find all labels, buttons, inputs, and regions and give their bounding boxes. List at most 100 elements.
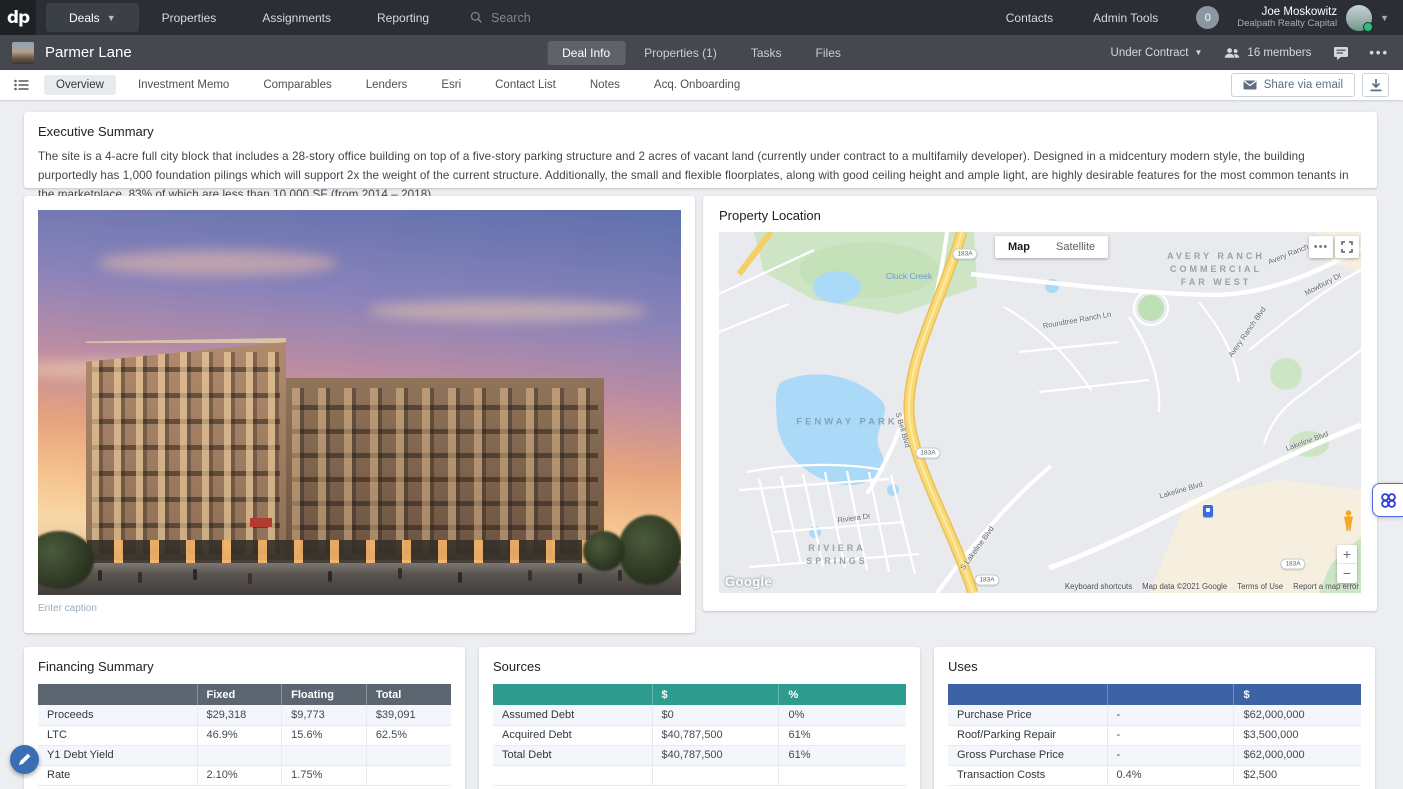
comments-button[interactable] (1333, 46, 1349, 60)
zoom-out-button[interactable]: − (1337, 564, 1357, 583)
dealpath-logo[interactable]: dp (0, 0, 36, 35)
table-row[interactable]: Gross Purchase Price-$62,000,000 (948, 745, 1361, 765)
tab-notes[interactable]: Notes (578, 75, 632, 95)
property-location-title: Property Location (719, 208, 1361, 223)
route-shield: 183A (952, 249, 977, 260)
nav-item-assignments[interactable]: Assignments (239, 3, 354, 32)
map-attribution: Keyboard shortcuts Map data ©2021 Google… (1065, 582, 1359, 591)
tab-contact-list[interactable]: Contact List (483, 75, 568, 95)
table-cell (197, 745, 282, 765)
property-photo[interactable] (38, 210, 681, 595)
edit-fab-button[interactable] (10, 745, 39, 774)
column-header (948, 684, 1107, 705)
comment-icon (1333, 46, 1349, 60)
route-shield: 183A (1280, 559, 1305, 570)
column-header: % (779, 684, 906, 705)
keyboard-shortcuts-link[interactable]: Keyboard shortcuts (1065, 582, 1132, 591)
google-map[interactable]: Cluck CreekAVERY RANCHCOMMERCIALFAR WEST… (719, 232, 1361, 593)
table-cell: $40,787,500 (652, 725, 779, 745)
nav-item-reporting[interactable]: Reporting (354, 3, 452, 32)
table-row[interactable]: Y1 Debt Yield (38, 745, 451, 765)
pegman-icon (1342, 510, 1355, 532)
map-base (719, 232, 1361, 593)
table-row[interactable] (493, 765, 906, 785)
pencil-icon (18, 753, 31, 766)
top-navigation-bar: dp Deals▼PropertiesAssignmentsReporting … (0, 0, 1403, 35)
table-cell: Purchase Price (948, 705, 1107, 725)
table-row[interactable]: Total Debt$40,787,50061% (493, 745, 906, 765)
deal-tab-files[interactable]: Files (801, 41, 856, 65)
map-more-button[interactable]: ••• (1309, 236, 1333, 258)
column-header: $ (652, 684, 779, 705)
table-row[interactable]: Acquired Debt$40,787,50061% (493, 725, 906, 745)
nav-link-contacts[interactable]: Contacts (986, 11, 1073, 25)
column-header (1107, 684, 1234, 705)
deal-thumbnail[interactable] (12, 42, 34, 64)
share-via-email-button[interactable]: Share via email (1231, 73, 1355, 97)
members-button[interactable]: 16 members (1224, 47, 1311, 59)
satellite-view-button[interactable]: Satellite (1043, 236, 1108, 258)
tab-comparables[interactable]: Comparables (251, 75, 343, 95)
user-avatar[interactable] (1346, 5, 1372, 31)
table-cell (652, 765, 779, 785)
browser-extension-widget[interactable] (1372, 483, 1403, 517)
table-cell: $0 (652, 705, 779, 725)
user-org: Dealpath Realty Capital (1237, 18, 1337, 29)
table-row[interactable]: Assumed Debt$00% (493, 705, 906, 725)
map-marker[interactable] (1203, 505, 1213, 517)
table-cell: 61% (779, 745, 906, 765)
nav-item-deals[interactable]: Deals▼ (46, 3, 139, 32)
table-cell: 0.4% (1107, 765, 1234, 785)
table-row[interactable]: Roof/Parking Repair-$3,500,000 (948, 725, 1361, 745)
google-watermark: Google (725, 574, 772, 589)
nav-item-properties[interactable]: Properties (139, 3, 240, 32)
tab-investment-memo[interactable]: Investment Memo (126, 75, 241, 95)
table-row[interactable]: Purchase Price-$62,000,000 (948, 705, 1361, 725)
route-shield: 183A (974, 575, 999, 586)
deal-tab-tasks[interactable]: Tasks (736, 41, 797, 65)
column-header: $ (1234, 684, 1361, 705)
property-photo-card: Enter caption (24, 196, 695, 633)
executive-summary-title: Executive Summary (38, 124, 1363, 139)
column-header: Floating (282, 684, 367, 705)
report-error-link[interactable]: Report a map error (1293, 582, 1359, 591)
deal-more-menu[interactable]: ••• (1369, 45, 1389, 60)
tab-lenders[interactable]: Lenders (354, 75, 420, 95)
global-search[interactable]: Search (470, 11, 531, 25)
zoom-in-button[interactable]: + (1337, 545, 1357, 564)
chevron-down-icon: ▼ (107, 13, 116, 23)
photo-caption-input[interactable]: Enter caption (38, 603, 681, 614)
table-row[interactable]: Transaction Costs0.4%$2,500 (948, 765, 1361, 785)
table-cell: Proceeds (38, 705, 197, 725)
user-block: Joe Moskowitz Dealpath Realty Capital (1237, 6, 1337, 29)
table-row[interactable]: LTC46.9%15.6%62.5% (38, 725, 451, 745)
table-cell: LTC (38, 725, 197, 745)
deal-tab-deal-info[interactable]: Deal Info (547, 41, 625, 65)
nav-link-admin-tools[interactable]: Admin Tools (1073, 11, 1178, 25)
table-cell: $40,787,500 (652, 745, 779, 765)
table-row[interactable]: Rate2.10%1.75% (38, 765, 451, 785)
financing-summary-table: FixedFloatingTotalProceeds$29,318$9,773$… (38, 684, 451, 786)
widget-icon (1380, 492, 1397, 509)
table-cell: 61% (779, 725, 906, 745)
tab-esri[interactable]: Esri (429, 75, 473, 95)
deal-tab-properties-1-[interactable]: Properties (1) (629, 41, 732, 65)
tab-overview[interactable]: Overview (44, 75, 116, 95)
terms-link[interactable]: Terms of Use (1237, 582, 1283, 591)
share-label: Share via email (1264, 79, 1343, 91)
table-cell: 1.75% (282, 765, 367, 785)
map-fullscreen-button[interactable] (1335, 236, 1359, 258)
notification-badge[interactable]: 0 (1196, 6, 1219, 29)
map-view-button[interactable]: Map (995, 236, 1043, 258)
download-button[interactable] (1362, 73, 1389, 97)
tree (583, 531, 625, 571)
section-tabs: Overview Investment Memo Comparables Lender… (39, 75, 757, 95)
uses-card: Uses $Purchase Price-$62,000,000Roof/Par… (934, 647, 1375, 789)
table-row[interactable]: Proceeds$29,318$9,773$39,091 (38, 705, 451, 725)
deal-stage-dropdown[interactable]: Under Contract ▼ (1111, 47, 1203, 59)
pegman-control[interactable] (1342, 510, 1355, 537)
user-menu-caret-icon[interactable]: ▼ (1380, 13, 1389, 23)
table-cell: $29,318 (197, 705, 282, 725)
tab-acq-onboarding[interactable]: Acq. Onboarding (642, 75, 752, 95)
toc-list-icon[interactable] (14, 79, 29, 91)
